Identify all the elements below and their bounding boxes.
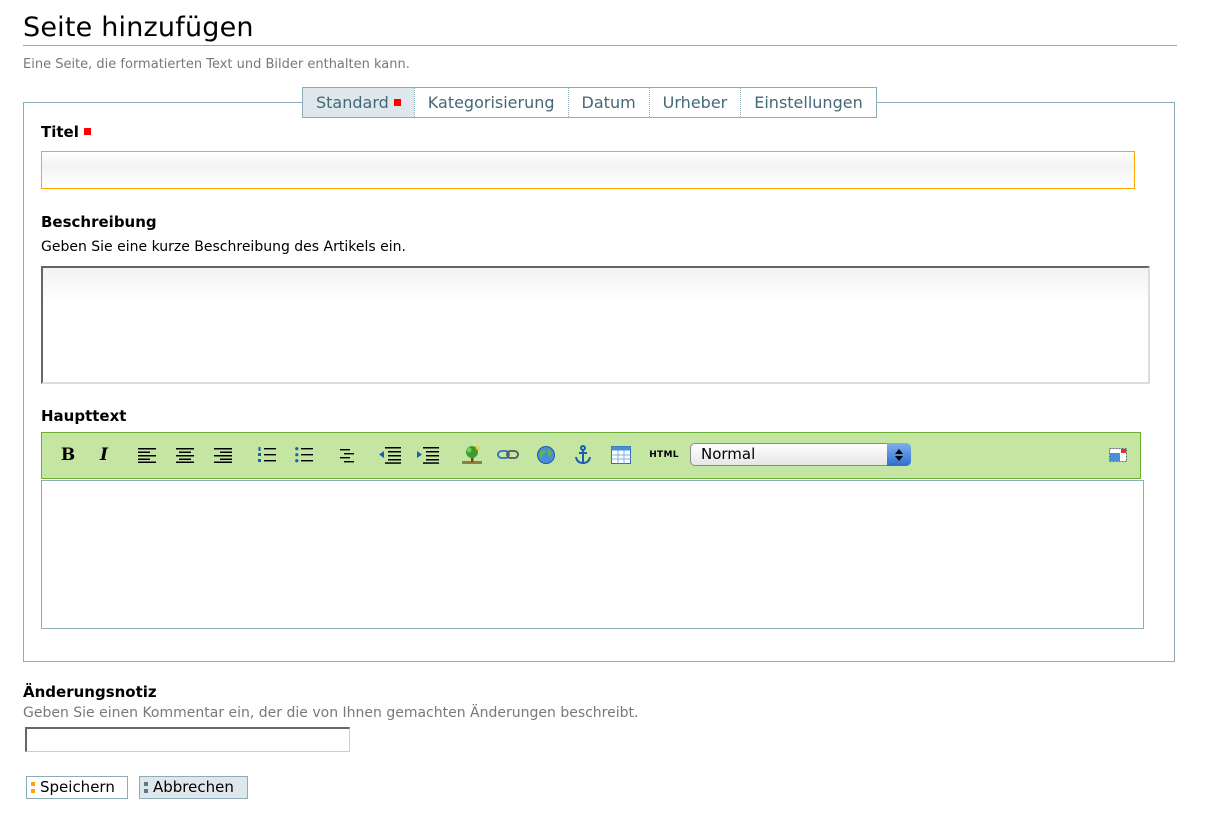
tab-kategorisierung[interactable]: Kategorisierung bbox=[413, 88, 568, 117]
tab-standard-label: Standard bbox=[316, 93, 389, 112]
bullet-list-button[interactable] bbox=[291, 442, 317, 468]
align-right-icon bbox=[214, 448, 232, 463]
body-field-label: Haupttext bbox=[41, 407, 127, 425]
table-icon bbox=[611, 446, 631, 464]
title-field-label: Titel bbox=[41, 123, 91, 141]
align-left-button[interactable] bbox=[134, 442, 160, 468]
title-divider bbox=[23, 45, 1177, 46]
page-title: Seite hinzufügen bbox=[23, 12, 254, 43]
required-marker bbox=[393, 99, 401, 106]
align-right-button[interactable] bbox=[210, 442, 236, 468]
tab-urheber[interactable]: Urheber bbox=[648, 88, 741, 117]
definition-list-icon bbox=[340, 449, 354, 463]
bold-icon: B bbox=[60, 445, 76, 465]
tab-bar: Standard Kategorisierung Datum Urheber E… bbox=[302, 87, 877, 118]
italic-button[interactable]: I bbox=[91, 442, 117, 468]
insert-link-button[interactable] bbox=[495, 442, 521, 468]
tab-einstellungen[interactable]: Einstellungen bbox=[740, 88, 875, 117]
button-bullet-icon bbox=[144, 782, 148, 794]
fullscreen-button[interactable] bbox=[1105, 442, 1131, 468]
change-note-input[interactable] bbox=[25, 727, 350, 752]
align-center-icon bbox=[176, 448, 194, 463]
numbered-list-icon bbox=[258, 447, 276, 462]
align-center-button[interactable] bbox=[172, 442, 198, 468]
anchor-icon bbox=[575, 445, 591, 465]
change-note-label: Änderungsnotiz bbox=[23, 683, 157, 701]
external-link-icon bbox=[537, 446, 555, 464]
description-textarea[interactable] bbox=[41, 266, 1150, 384]
align-left-icon bbox=[138, 448, 156, 463]
select-arrows-icon bbox=[887, 443, 911, 466]
fullscreen-icon bbox=[1109, 448, 1127, 462]
cancel-button-label: Abbrechen bbox=[153, 778, 234, 796]
bullet-list-icon bbox=[295, 447, 313, 463]
indent-icon bbox=[417, 447, 439, 464]
tab-datum[interactable]: Datum bbox=[567, 88, 649, 117]
description-field-label: Beschreibung bbox=[41, 213, 157, 231]
numbered-list-button[interactable] bbox=[254, 442, 280, 468]
html-source-icon: HTML bbox=[649, 450, 679, 460]
bold-button[interactable]: B bbox=[55, 442, 81, 468]
paragraph-style-select[interactable]: Normal bbox=[690, 443, 911, 466]
editor-toolbar: B I HTML Normal bbox=[41, 432, 1141, 479]
page-description: Eine Seite, die formatierten Text und Bi… bbox=[23, 57, 410, 72]
outdent-button[interactable] bbox=[377, 442, 403, 468]
link-icon bbox=[497, 450, 519, 459]
title-label-text: Titel bbox=[41, 123, 79, 141]
required-marker bbox=[83, 128, 91, 135]
anchor-button[interactable] bbox=[570, 442, 596, 468]
italic-icon: I bbox=[100, 445, 108, 465]
outdent-icon bbox=[379, 447, 401, 464]
change-note-help: Geben Sie einen Kommentar ein, der die v… bbox=[23, 705, 639, 721]
title-input[interactable] bbox=[41, 151, 1135, 189]
button-bullet-icon bbox=[31, 782, 35, 794]
paragraph-style-value: Normal bbox=[701, 445, 756, 463]
definition-list-button[interactable] bbox=[334, 442, 360, 468]
image-icon bbox=[462, 446, 482, 464]
description-help: Geben Sie eine kurze Beschreibung des Ar… bbox=[41, 239, 406, 255]
html-source-button[interactable]: HTML bbox=[648, 442, 680, 468]
insert-image-button[interactable] bbox=[459, 442, 485, 468]
indent-button[interactable] bbox=[415, 442, 441, 468]
body-editor-area[interactable] bbox=[41, 480, 1144, 629]
save-button[interactable]: Speichern bbox=[26, 776, 128, 799]
cancel-button[interactable]: Abbrechen bbox=[139, 776, 248, 799]
insert-table-button[interactable] bbox=[608, 442, 634, 468]
save-button-label: Speichern bbox=[40, 778, 115, 796]
tab-standard[interactable]: Standard bbox=[303, 88, 414, 117]
external-link-button[interactable] bbox=[533, 442, 559, 468]
